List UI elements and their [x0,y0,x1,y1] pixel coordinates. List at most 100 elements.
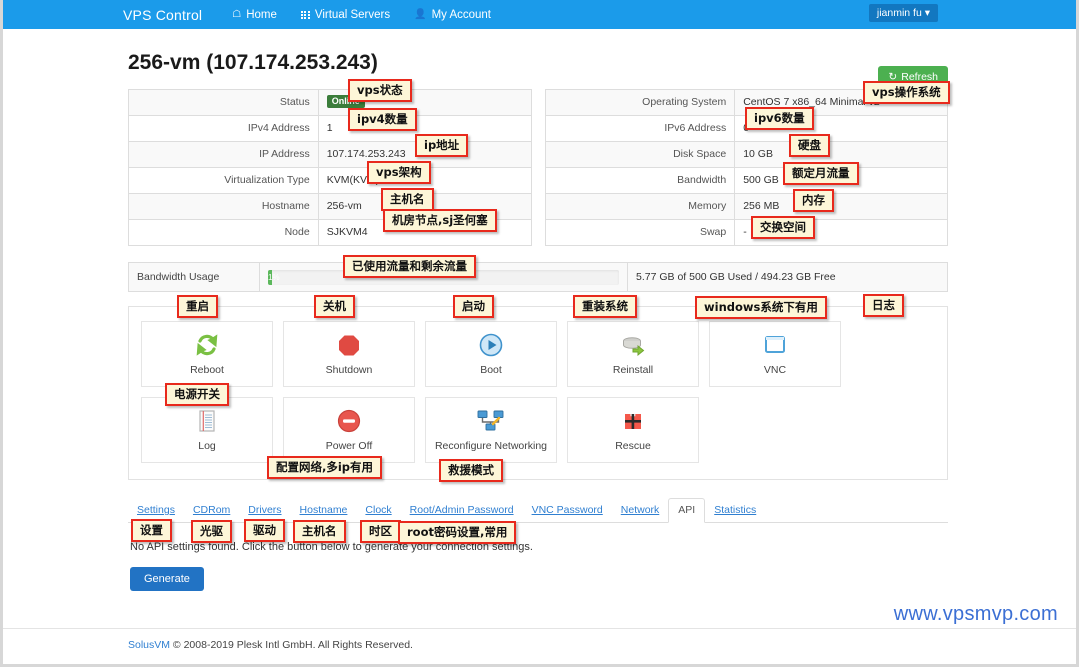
user-icon: 👤 [414,10,426,20]
action-button-label: Rescue [615,440,651,452]
footer-copyright-text: © 2008-2019 Plesk Intl GmbH. All Rights … [170,639,413,651]
nav-link-virtual-servers[interactable]: Virtual Servers [301,9,390,21]
nav-link-home[interactable]: ☖ Home [232,9,277,21]
annotation-callout: 额定月流量 [783,162,859,185]
action-button-reinstall[interactable]: Reinstall [567,321,699,387]
annotation-callout: 内存 [793,189,834,212]
annotation-callout: 设置 [131,519,172,542]
action-button-label: Reboot [190,364,224,376]
annotation-callout: 重装系统 [573,295,637,318]
annotation-callout: 主机名 [381,188,434,211]
bandwidth-label: Bandwidth Usage [129,263,259,291]
action-button-reboot[interactable]: Reboot [141,321,273,387]
api-empty-message: No API settings found. Click the button … [130,541,946,553]
annotation-callout: vps状态 [348,79,412,102]
annotation-callout: 驱动 [244,519,285,542]
rescue-icon [620,408,646,434]
annotation-callout: 日志 [863,294,904,317]
info-row: Disk Space10 GB [546,142,948,168]
app-window: VPS Control ☖ Home Virtual Servers 👤 My … [0,0,1079,667]
vm-actions-panel: Reboot Shutdown Boot Reinstall VNC Log Power O… [128,306,948,480]
annotation-callout: windows系统下有用 [695,296,827,319]
action-button-label: Log [198,440,216,452]
info-row-label: Operating System [546,90,735,115]
power-off-icon [336,408,362,434]
action-button-log[interactable]: Log [141,397,273,463]
annotation-callout: vps架构 [367,161,431,184]
action-button-label: Shutdown [326,364,373,376]
info-row: Bandwidth500 GB [546,168,948,194]
nav-link-virtual-servers-label: Virtual Servers [315,9,390,21]
shutdown-icon [336,332,362,358]
annotation-callout: 重启 [177,295,218,318]
annotation-callout: root密码设置,常用 [398,521,516,544]
tab-root-admin-password[interactable]: Root/Admin Password [401,499,523,522]
info-row-label: IP Address [129,142,318,167]
bandwidth-summary: 5.77 GB of 500 GB Used / 494.23 GB Free [627,263,947,291]
tabs-section: SettingsCDRomDriversHostnameClockRoot/Ad… [128,498,948,591]
action-button-label: Boot [480,364,502,376]
site-watermark: www.vpsmvp.com [894,603,1058,626]
footer-solusvm-link[interactable]: SolusVM [128,639,170,651]
bandwidth-row: Bandwidth Usage 1% 5.77 GB of 500 GB Use… [129,263,947,291]
annotation-callout: ip地址 [415,134,468,157]
reboot-icon [194,332,220,358]
annotation-callout: 硬盘 [789,134,830,157]
annotation-callout: 主机名 [293,520,346,543]
info-row-label: IPv4 Address [129,116,318,141]
annotation-callout: 时区 [360,520,401,543]
annotation-callout: 电源开关 [165,383,229,406]
action-button-label: Power Off [326,440,373,452]
annotation-callout: vps操作系统 [863,81,950,104]
info-row-label: Memory [546,194,735,219]
action-button-vnc[interactable]: VNC [709,321,841,387]
tab-vnc-password[interactable]: VNC Password [523,499,612,522]
annotation-callout: ipv4数量 [348,108,417,131]
network-icon [477,408,505,434]
nav-link-home-label: Home [246,9,277,21]
user-menu-button[interactable]: jianmin fu ▾ [869,4,938,22]
footer-copyright: SolusVM © 2008-2019 Plesk Intl GmbH. All… [128,639,413,651]
annotation-callout: 机房节点,sj圣何塞 [383,209,497,232]
brand-title: VPS Control [123,7,202,23]
info-row-label: Status [129,90,318,115]
annotation-callout: 已使用流量和剩余流量 [343,255,476,278]
log-icon [194,408,220,434]
nav-link-my-account[interactable]: 👤 My Account [414,9,491,21]
action-button-boot[interactable]: Boot [425,321,557,387]
tab-hostname[interactable]: Hostname [291,499,357,522]
tab-api[interactable]: API [668,498,705,523]
annotation-callout: 交换空间 [751,216,815,239]
page-content: 256-vm (107.174.253.243) ↻ Refresh Statu… [3,51,1076,591]
tab-network[interactable]: Network [612,499,669,522]
top-navbar: VPS Control ☖ Home Virtual Servers 👤 My … [3,0,1076,29]
info-row-label: Swap [546,220,735,245]
page-footer: SolusVM © 2008-2019 Plesk Intl GmbH. All… [3,628,1076,664]
info-row: Memory256 MB [546,194,948,220]
tab-cdrom[interactable]: CDRom [184,499,239,522]
info-row: StatusOnline [129,90,531,116]
annotation-callout: 光驱 [191,520,232,543]
info-row: IPv4 Address1 [129,116,531,142]
action-button-label: VNC [764,364,786,376]
tab-statistics[interactable]: Statistics [705,499,765,522]
nav-link-my-account-label: My Account [432,9,491,21]
info-row-label: Disk Space [546,142,735,167]
annotation-callout: ipv6数量 [745,107,814,130]
info-row-label: Bandwidth [546,168,735,193]
home-icon: ☖ [232,10,241,20]
action-button-label: Reconfigure Networking [435,440,547,452]
action-button-shutdown[interactable]: Shutdown [283,321,415,387]
bandwidth-progress-fill: 1% [268,270,272,285]
tab-clock[interactable]: Clock [356,499,400,522]
action-button-reconfigure-networking[interactable]: Reconfigure Networking [425,397,557,463]
reinstall-icon [620,332,646,358]
action-button-power-off[interactable]: Power Off [283,397,415,463]
info-row-label: Hostname [129,194,318,219]
annotation-callout: 关机 [314,295,355,318]
action-button-rescue[interactable]: Rescue [567,397,699,463]
info-row-label: Virtualization Type [129,168,318,193]
generate-button[interactable]: Generate [130,567,204,591]
annotation-callout: 配置网络,多ip有用 [267,456,382,479]
info-row: IP Address107.174.253.243 [129,142,531,168]
